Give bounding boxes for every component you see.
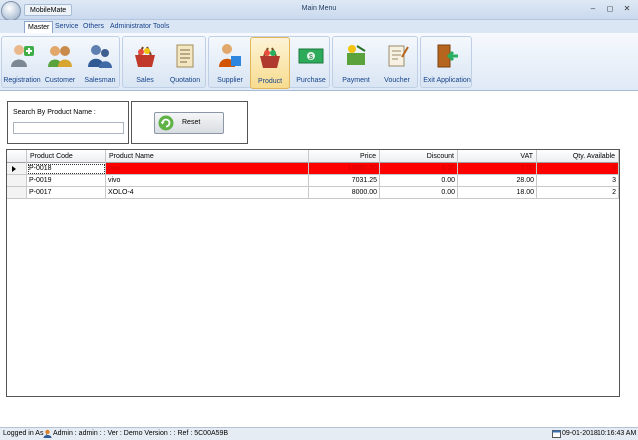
ribbon-group-accounts: Payment Voucher bbox=[332, 36, 418, 88]
tab-service[interactable]: Service bbox=[52, 21, 81, 33]
customer-button[interactable]: Customer bbox=[40, 37, 80, 89]
row-selector[interactable] bbox=[7, 187, 27, 199]
sales-basket-icon bbox=[135, 46, 155, 67]
user-version-ref: Admin : admin : : Ver : Demo Version : :… bbox=[53, 430, 229, 437]
row-selector[interactable] bbox=[7, 163, 27, 175]
ribbon-group-people: Registration Customer Salesman bbox=[1, 36, 120, 88]
status-bar: Logged in As : Admin : admin : : Ver : D… bbox=[0, 427, 638, 440]
cell-product-name[interactable]: vivo bbox=[106, 175, 309, 187]
search-label: Search By Product Name : bbox=[13, 109, 96, 116]
exit-door-icon bbox=[437, 44, 458, 68]
ribbon-group-inventory: Supplier Product $ Purchase bbox=[208, 36, 331, 89]
voucher-label: Voucher bbox=[384, 77, 410, 84]
sales-button[interactable]: Sales bbox=[125, 37, 165, 89]
product-grid[interactable]: Product Code Product Name Price Discount… bbox=[6, 149, 620, 397]
salesman-label: Salesman bbox=[84, 77, 116, 84]
voucher-button[interactable]: Voucher bbox=[377, 37, 417, 89]
ribbon-group-exit: Exit Application bbox=[420, 36, 472, 88]
reset-label: Reset bbox=[182, 119, 201, 126]
cell-qty-available[interactable]: 2 bbox=[537, 187, 619, 199]
reset-panel: Reset bbox=[131, 101, 248, 144]
purchase-label: Purchase bbox=[296, 77, 326, 84]
header-vat[interactable]: VAT bbox=[458, 150, 537, 163]
tab-tools[interactable]: Tools bbox=[150, 21, 172, 33]
ribbon-group-sales: Sales Quotation bbox=[122, 36, 206, 88]
title-bar: MobileMate Main Menu ‒ ◻ ✕ bbox=[0, 0, 638, 21]
row-selector[interactable] bbox=[7, 175, 27, 187]
payment-icon bbox=[347, 45, 366, 65]
customer-icon bbox=[48, 46, 72, 67]
minimize-button[interactable]: ‒ bbox=[587, 3, 599, 14]
header-qty-available[interactable]: Qty. Available bbox=[537, 150, 619, 163]
tab-others[interactable]: Others bbox=[80, 21, 107, 33]
table-row[interactable]: P-0018 ooo 10000.00 0.00 0.00 0 bbox=[7, 163, 619, 175]
voucher-icon bbox=[388, 45, 409, 67]
cell-product-name[interactable]: XOLO-4 bbox=[106, 187, 309, 199]
exit-application-button[interactable]: Exit Application bbox=[422, 37, 472, 89]
user-icon bbox=[43, 429, 52, 438]
registration-label: Registration bbox=[3, 77, 41, 84]
cell-vat[interactable]: 18.00 bbox=[458, 187, 537, 199]
refresh-icon bbox=[158, 115, 174, 131]
header-price[interactable]: Price bbox=[309, 150, 380, 163]
cell-discount[interactable]: 0.00 bbox=[380, 187, 458, 199]
tab-administrator[interactable]: Administrator bbox=[107, 21, 154, 33]
product-button[interactable]: Product bbox=[250, 37, 290, 89]
grid-header: Product Code Product Name Price Discount… bbox=[7, 150, 619, 163]
header-discount[interactable]: Discount bbox=[380, 150, 458, 163]
current-row-arrow-icon bbox=[12, 166, 16, 172]
cell-price[interactable]: 7031.25 bbox=[309, 175, 380, 187]
purchase-button[interactable]: $ Purchase bbox=[291, 37, 331, 89]
cell-product-code[interactable]: P-0017 bbox=[27, 187, 106, 199]
payment-button[interactable]: Payment bbox=[336, 37, 376, 89]
reset-button[interactable]: Reset bbox=[154, 112, 224, 134]
search-panel: Search By Product Name : bbox=[7, 101, 129, 144]
search-product-name-input[interactable] bbox=[13, 122, 124, 134]
registration-icon bbox=[11, 45, 34, 67]
svg-text:$: $ bbox=[309, 54, 313, 61]
cell-vat[interactable]: 0.00 bbox=[458, 163, 537, 175]
quotation-button[interactable]: Quotation bbox=[165, 37, 205, 89]
supplier-label: Supplier bbox=[217, 77, 243, 84]
quotation-icon bbox=[176, 44, 194, 68]
customer-label: Customer bbox=[44, 77, 76, 84]
ribbon-toolbar: Registration Customer Salesman Sales Quo… bbox=[0, 33, 638, 91]
product-label: Product bbox=[257, 78, 283, 85]
payment-label: Payment bbox=[342, 77, 370, 84]
salesman-button[interactable]: Salesman bbox=[80, 37, 120, 89]
cell-price[interactable]: 10000.00 bbox=[309, 163, 380, 175]
cell-product-name[interactable]: ooo bbox=[106, 163, 309, 175]
cell-vat[interactable]: 28.00 bbox=[458, 175, 537, 187]
cell-discount[interactable]: 0.00 bbox=[380, 163, 458, 175]
header-product-code[interactable]: Product Code bbox=[27, 150, 106, 163]
supplier-button[interactable]: Supplier bbox=[210, 37, 250, 89]
sales-label: Sales bbox=[136, 77, 154, 84]
cell-product-code[interactable]: P-0018 bbox=[27, 163, 106, 175]
supplier-icon bbox=[219, 44, 241, 67]
cell-discount[interactable]: 0.00 bbox=[380, 175, 458, 187]
ribbon-tabs: Master Service Others Administrator Tool… bbox=[0, 20, 638, 33]
salesman-icon bbox=[88, 45, 112, 68]
status-time: 10:16:43 AM bbox=[597, 430, 637, 437]
cell-product-code[interactable]: P-0019 bbox=[27, 175, 106, 187]
quotation-label: Quotation bbox=[169, 77, 201, 84]
exit-application-label: Exit Application bbox=[423, 77, 471, 84]
logged-in-label: Logged in As : bbox=[3, 430, 48, 437]
registration-button[interactable]: Registration bbox=[2, 37, 42, 89]
table-row[interactable]: P-0017 XOLO-4 8000.00 0.00 18.00 2 bbox=[7, 187, 619, 199]
maximize-button[interactable]: ◻ bbox=[604, 3, 616, 14]
header-product-name[interactable]: Product Name bbox=[106, 150, 309, 163]
product-basket-icon bbox=[260, 47, 280, 68]
purchase-money-icon: $ bbox=[298, 48, 324, 64]
cell-price[interactable]: 8000.00 bbox=[309, 187, 380, 199]
cell-qty-available[interactable]: 3 bbox=[537, 175, 619, 187]
status-date: 09-01-2018 bbox=[562, 430, 598, 437]
table-row[interactable]: P-0019 vivo 7031.25 0.00 28.00 3 bbox=[7, 175, 619, 187]
tab-master[interactable]: Master bbox=[24, 21, 54, 33]
calendar-icon bbox=[552, 430, 561, 438]
header-row-selector bbox=[7, 150, 27, 163]
window-title: Main Menu bbox=[301, 5, 337, 12]
cell-qty-available[interactable]: 0 bbox=[537, 163, 619, 175]
close-button[interactable]: ✕ bbox=[621, 3, 633, 14]
